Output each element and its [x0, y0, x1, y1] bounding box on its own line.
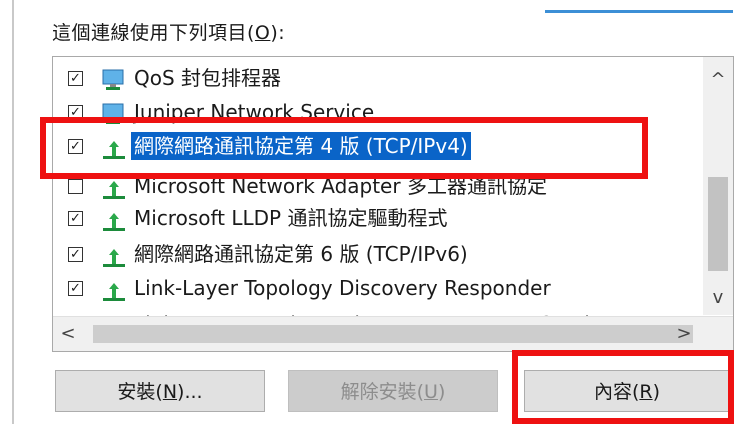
vertical-scrollbar[interactable]: ^ v: [703, 57, 733, 315]
item-label: 網際網路通訊協定第 6 版 (TCP/IPv6): [134, 242, 468, 266]
items-caption: 這個連線使用下列項目(O):: [52, 22, 286, 44]
item-checkbox[interactable]: ✓: [68, 71, 83, 86]
highlight-box-properties: [512, 350, 734, 424]
horizontal-scroll-thumb[interactable]: [93, 325, 693, 343]
list-item[interactable]: ✓ 網際網路通訊協定第 6 版 (TCP/IPv6): [53, 238, 703, 272]
network-scheduler-icon: [101, 68, 127, 92]
install-button[interactable]: 安裝(N)...: [55, 370, 265, 412]
item-checkbox[interactable]: ✓: [68, 247, 83, 262]
list-item[interactable]: ✓ Link-Layer Topology Discovery Responder: [53, 272, 703, 306]
highlight-box-ipv4: [40, 117, 648, 179]
tab-underline: [545, 10, 733, 13]
protocol-icon: [101, 278, 127, 302]
protocol-icon: [101, 176, 127, 200]
components-listbox[interactable]: ✓ QoS 封包排程器 ✓ Juniper Network Service ✓ 網際網路通…: [52, 56, 734, 352]
item-checkbox[interactable]: ✓: [68, 211, 83, 226]
scroll-down-icon[interactable]: v: [703, 287, 733, 308]
item-label: Link-Layer Topology Discovery Responder: [134, 276, 551, 300]
scroll-right-icon[interactable]: >: [669, 323, 699, 344]
window-border: [12, 0, 14, 424]
item-label: Microsoft LLDP 通訊協定驅動程式: [134, 206, 448, 230]
uninstall-button[interactable]: 解除安裝(U): [288, 370, 498, 412]
scroll-left-icon[interactable]: <: [53, 323, 83, 344]
item-checkbox[interactable]: ✓: [68, 281, 83, 296]
item-label: QoS 封包排程器: [134, 66, 282, 90]
item-checkbox[interactable]: [68, 179, 83, 194]
vertical-scroll-thumb[interactable]: [708, 177, 728, 271]
protocol-icon: [101, 208, 127, 232]
list-item[interactable]: ✓ QoS 封包排程器: [53, 62, 703, 96]
horizontal-scrollbar[interactable]: < >: [53, 316, 733, 351]
list-item[interactable]: ✓ Microsoft LLDP 通訊協定驅動程式: [53, 202, 703, 236]
protocol-icon: [101, 244, 127, 268]
scroll-up-icon[interactable]: ^: [703, 69, 733, 90]
